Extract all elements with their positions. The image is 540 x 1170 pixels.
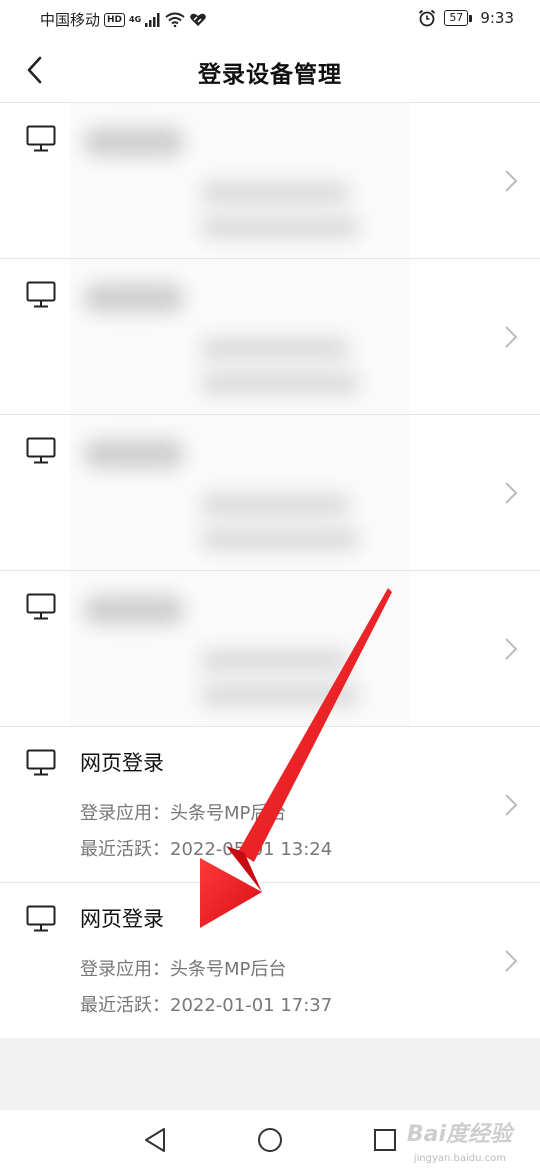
device-app: 登录应用：头条号MP后台 [80,803,287,824]
monitor-icon [26,281,56,308]
device-name: 网页登录 [80,751,164,775]
hd-badge: HD [104,12,126,27]
device-item-3[interactable] [0,415,540,571]
battery-indicator: 57 [444,10,473,26]
empty-area [0,1038,540,1110]
device-item-2[interactable] [0,259,540,415]
alarm-icon [419,9,436,27]
clock: 9:33 [480,9,514,27]
page-title: 登录设备管理 [198,62,342,88]
triangle-back-icon[interactable] [140,1125,170,1155]
square-recent-icon[interactable] [370,1125,400,1155]
chevron-right-icon [505,950,518,972]
status-bar: 中国移动 HD 4G 57 9:33 [0,0,540,38]
carrier-label: 中国移动 [40,11,101,29]
chevron-right-icon [505,482,518,504]
watermark-url: jingyan.baidu.com [413,1153,506,1164]
device-item-1[interactable] [0,103,540,259]
chevron-right-icon [505,794,518,816]
blurred-device-info [70,259,410,414]
device-last-active: 最近活跃：2022-05-01 13:24 [80,839,333,860]
monitor-icon [26,749,56,776]
chevron-right-icon [505,326,518,348]
blurred-device-info [70,415,410,570]
network-badge: 4G [129,15,142,24]
monitor-icon [26,125,56,152]
chevron-right-icon [505,170,518,192]
device-app: 登录应用：头条号MP后台 [80,959,287,980]
device-item-6[interactable]: 网页登录 登录应用：头条号MP后台 最近活跃：2022-01-01 17:37 [0,883,540,1039]
monitor-icon [26,437,56,464]
status-left: 中国移动 HD 4G [40,9,207,30]
watermark: Bai度经验 [406,1122,512,1147]
device-last-active: 最近活跃：2022-01-01 17:37 [80,995,333,1016]
system-nav-bar: Bai度经验 jingyan.baidu.com [0,1110,540,1170]
chevron-right-icon [505,638,518,660]
monitor-icon [26,593,56,620]
heart-link-icon [190,13,206,26]
device-list: 网页登录 登录应用：头条号MP后台 最近活跃：2022-05-01 13:24 … [0,103,540,1039]
blurred-device-info [70,571,410,726]
device-name: 网页登录 [80,907,164,931]
device-item-5[interactable]: 网页登录 登录应用：头条号MP后台 最近活跃：2022-05-01 13:24 [0,727,540,883]
signal-icon [145,12,160,27]
device-item-4[interactable] [0,571,540,727]
circle-home-icon[interactable] [255,1125,285,1155]
monitor-icon [26,905,56,932]
status-right: 57 9:33 [418,9,514,27]
wifi-icon [165,12,185,27]
nav-bar: 登录设备管理 [0,38,540,103]
blurred-device-info [70,103,410,258]
